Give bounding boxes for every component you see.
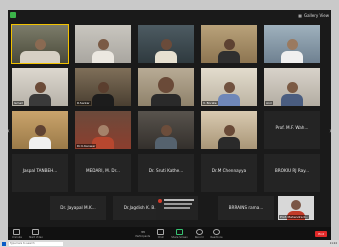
video-tile[interactable]: Ismail <box>12 68 68 106</box>
participant-name: MEDARI, M. Dr... <box>86 168 120 173</box>
video-tile[interactable] <box>12 111 68 149</box>
unmute-button[interactable]: Unmute <box>12 228 22 239</box>
meeting-topbar: ▦ Gallery View <box>8 10 331 20</box>
video-tile[interactable] <box>138 111 194 149</box>
participant-name-tile[interactable]: Dr.M Chennayya <box>201 154 257 192</box>
taskbar-clock: 11:24 <box>329 242 337 245</box>
zoom-meeting-window: ▦ Gallery View ‹ › Ismail R.Sarkar V. Bo… <box>7 10 332 240</box>
start-video-button[interactable]: Start Video <box>29 228 43 239</box>
participant-name-tile[interactable]: MEDARI, M. Dr... <box>75 154 131 192</box>
video-tile[interactable]: R.Sarkar <box>75 68 131 106</box>
video-grid: Ismail R.Sarkar V. Borate Anil Dr.K.Kanw… <box>11 24 323 195</box>
video-tile[interactable] <box>201 111 257 149</box>
text-line <box>164 203 192 205</box>
participant-name: Prof. Mahendra K... <box>279 215 310 219</box>
taskbar-search-input[interactable]: Type here to search <box>9 241 63 246</box>
participant-name: BROKIU RJ Ray... <box>274 168 310 173</box>
shield-icon[interactable] <box>10 12 16 18</box>
record-button[interactable]: Record <box>195 228 203 239</box>
participant-name: V. Borate <box>202 101 218 105</box>
participant-name-tile[interactable]: Prof. M.F. Wah... <box>264 111 320 149</box>
participants-count: 33 <box>140 229 145 234</box>
participant-name: Jaspal TANBEH... <box>22 168 58 173</box>
video-tile[interactable] <box>201 25 257 63</box>
participants-button[interactable]: 33 Participants <box>136 230 151 238</box>
video-tile[interactable]: V. Borate <box>201 68 257 106</box>
meeting-toolbar: Unmute Start Video 33 Participants Chat … <box>8 227 331 240</box>
record-icon <box>195 228 203 235</box>
participant-name-tile[interactable]: Jaspal TANBEH... <box>12 154 68 192</box>
view-label: Gallery View <box>303 12 329 18</box>
grid-icon: ▦ <box>298 12 302 18</box>
participant-name: Ismail <box>13 101 24 105</box>
participant-name: Prof. M.F. Wah... <box>275 125 309 130</box>
participant-name-tile[interactable]: Dr. Sruti Kathe... <box>138 154 194 192</box>
participant-name: R.Sarkar <box>76 101 91 105</box>
video-tile[interactable] <box>75 25 131 63</box>
reactions-button[interactable]: Reactions <box>210 228 223 239</box>
windows-start-icon[interactable] <box>2 241 6 246</box>
video-tile[interactable]: Prof. Mahendra K... <box>278 196 314 220</box>
video-tile[interactable]: Anil <box>264 68 320 106</box>
participant-name: Dr.K.Kanwar <box>76 144 97 148</box>
participant-name: Dr. Jayapal M.K... <box>60 205 96 210</box>
video-tile[interactable] <box>156 196 198 220</box>
next-page-button[interactable]: › <box>329 127 332 135</box>
video-tile[interactable] <box>138 68 194 106</box>
microphone-icon <box>13 228 21 235</box>
chat-icon <box>157 228 165 235</box>
gallery-view-toggle[interactable]: ▦ Gallery View <box>298 13 329 18</box>
participant-name: Dr. Sruti Kathe... <box>148 168 184 173</box>
participant-name-tile[interactable]: BROKIU RJ Ray... <box>264 154 320 192</box>
text-line <box>164 199 194 201</box>
video-camera-icon <box>32 228 40 235</box>
participant-name-tile[interactable]: BRRAINS rama... <box>218 196 274 220</box>
prev-page-button[interactable]: ‹ <box>7 127 10 135</box>
video-tile[interactable] <box>264 25 320 63</box>
end-meeting-button[interactable]: End <box>315 230 327 237</box>
chat-button[interactable]: Chat <box>157 228 165 239</box>
participant-name: Dr.M Chennayya <box>211 168 247 173</box>
share-screen-icon <box>176 228 183 235</box>
participant-name-tile[interactable]: Dr. Jayapal M.K... <box>50 196 106 220</box>
video-tile[interactable] <box>11 24 69 64</box>
participant-name: BRRAINS rama... <box>228 205 264 210</box>
video-tile[interactable] <box>138 25 194 63</box>
participant-name: Anil <box>265 101 273 105</box>
text-line <box>164 207 190 209</box>
video-tile[interactable]: Dr.K.Kanwar <box>75 111 131 149</box>
share-screen-button[interactable]: Share Screen <box>171 228 188 239</box>
windows-taskbar: Type here to search 11:24 <box>0 240 339 247</box>
smiley-icon <box>213 228 221 235</box>
logo-icon <box>158 199 162 203</box>
